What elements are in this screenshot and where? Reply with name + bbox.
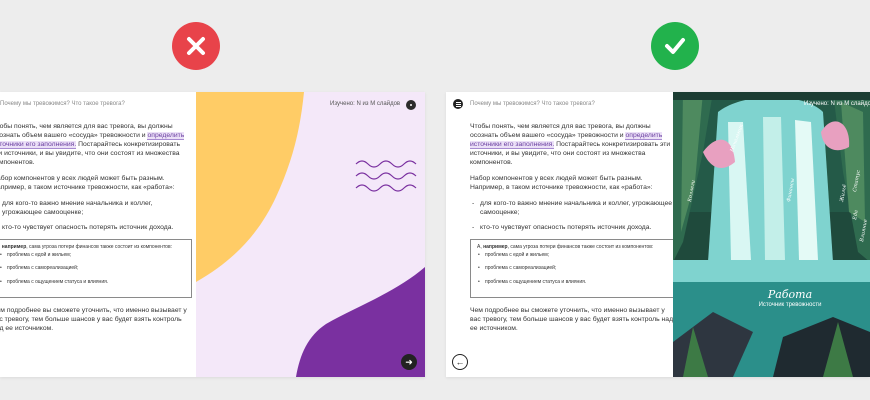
paragraph: Чтобы понять, чем является для вас трево…	[470, 123, 671, 166]
scene-caption: Работа Источник тревожности	[735, 288, 845, 308]
waterfall-illustration: Начальник Коллеги Финансы Статус Жильё Е…	[673, 92, 870, 377]
bad-example-badge	[172, 22, 220, 70]
progress-counter: Изучено: N из M слайдов	[804, 101, 870, 107]
good-example-slide: Почему мы тревожимся? Что такое тревога?…	[446, 92, 870, 377]
scene-title: Работа	[767, 288, 813, 301]
progress-counter: Изучено: N из M слайдов	[330, 101, 401, 107]
bad-example-slide: Почему мы тревожимся? Что такое тревога?…	[0, 92, 425, 377]
slide-body: Чтобы понять, чем является для вас трево…	[470, 122, 674, 340]
arrow-left-icon: ←	[455, 357, 465, 367]
list-item: проблема с ощущением статуса и влияния.	[477, 279, 667, 287]
bullet-list: для кого-то важно мнение начальника и ко…	[470, 199, 674, 232]
list-item: проблема с самореализацией;	[0, 265, 185, 273]
previous-slide-button[interactable]: ←	[452, 354, 468, 370]
arrow-right-icon: ➜	[405, 356, 413, 367]
paragraph: Чем подробнее вы сможете уточнить, что и…	[470, 307, 674, 332]
slide-text-column: Почему мы тревожимся? Что такое тревога?…	[446, 92, 674, 377]
question-title: Почему мы тревожимся? Что такое тревога?	[470, 101, 595, 107]
slide-text-column: Почему мы тревожимся? Что такое тревога?…	[0, 92, 196, 377]
slide-body: Чтобы понять, чем является для вас трево…	[0, 122, 192, 340]
list-item: кто-то чувствует опасность потерять исто…	[0, 223, 192, 232]
good-example-badge	[651, 22, 699, 70]
list-item: для кого-то важно мнение начальника и ко…	[470, 199, 674, 217]
decorative-background	[196, 92, 425, 377]
list-item: проблема с ощущением статуса и влияния.	[0, 279, 185, 287]
paragraph: Чтобы понять, чем является для вас трево…	[0, 122, 192, 167]
list-item: кто-то чувствует опасность потерять исто…	[470, 223, 674, 232]
scene-subtitle: Источник тревожности	[758, 302, 822, 308]
example-box: , например, сама угроза потери финансов …	[0, 239, 192, 298]
paragraph: Чем подробнее вы сможете уточнить, что и…	[0, 307, 187, 332]
list-item: проблема с самореализацией;	[477, 265, 667, 273]
list-item: проблема с едой и жильем;	[477, 252, 667, 260]
menu-icon[interactable]	[453, 99, 463, 109]
cross-icon	[187, 37, 205, 55]
menu-dot-button[interactable]	[406, 100, 416, 110]
paragraph: Набор компонентов у всех людей может быт…	[0, 175, 175, 191]
list-item: для кого-то важно мнение начальника и ко…	[0, 199, 192, 217]
check-icon	[665, 38, 685, 54]
paragraph: Набор компонентов у всех людей может быт…	[470, 175, 653, 191]
question-title: Почему мы тревожимся? Что такое тревога?	[0, 101, 125, 107]
bullet-list: для кого-то важно мнение начальника и ко…	[0, 199, 192, 232]
next-slide-button[interactable]: ➜	[401, 354, 417, 370]
abstract-shapes	[196, 92, 425, 377]
list-item: проблема с едой и жильем;	[0, 252, 185, 260]
comparison-stage: Почему мы тревожимся? Что такое тревога?…	[0, 0, 870, 400]
example-box: А, например, сама угроза потери финансов…	[470, 239, 674, 298]
